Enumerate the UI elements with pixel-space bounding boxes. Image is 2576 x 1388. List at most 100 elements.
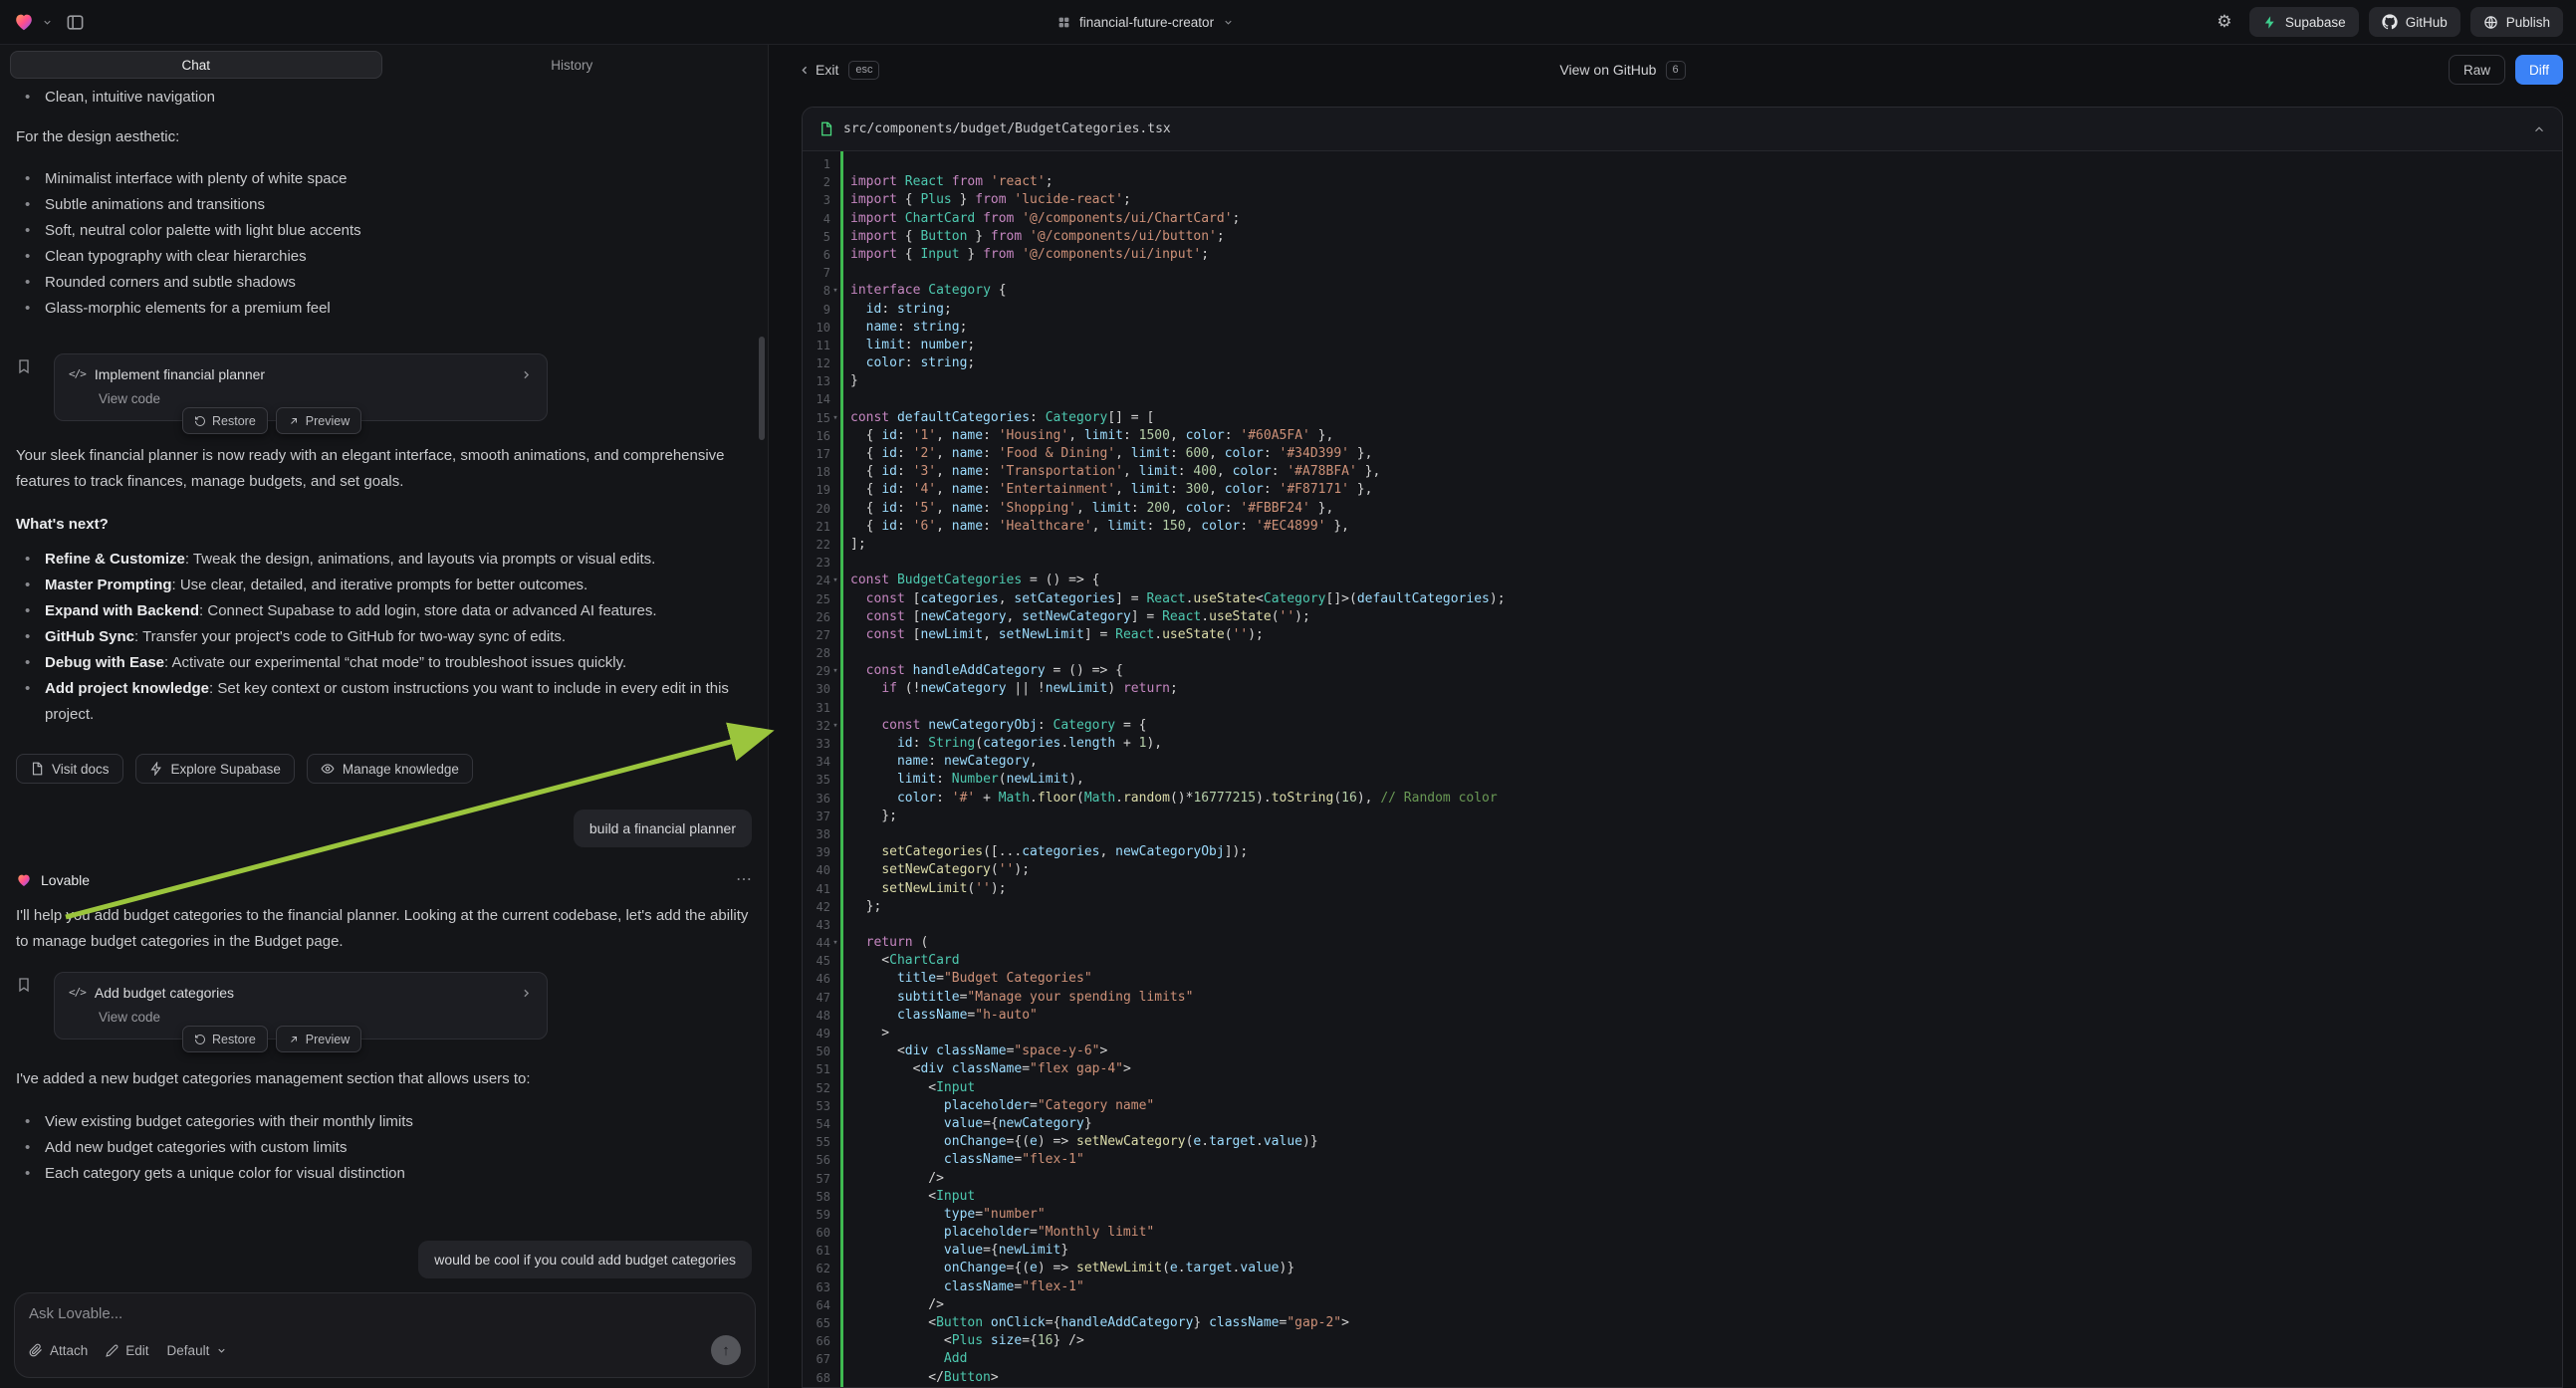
lovable-logo[interactable] bbox=[13, 11, 35, 33]
code-text: /> bbox=[840, 1296, 944, 1314]
fold-chevron-icon[interactable]: ▾ bbox=[830, 572, 840, 589]
code-text: const handleAddCategory = () => { bbox=[840, 662, 1123, 680]
bookmark-icon[interactable] bbox=[16, 353, 54, 421]
github-icon bbox=[2382, 14, 2398, 30]
mode-select[interactable]: Default bbox=[167, 1343, 228, 1358]
tab-chat[interactable]: Chat bbox=[10, 51, 382, 79]
line-number: 22 bbox=[803, 536, 830, 554]
code-line: 17 { id: '2', name: 'Food & Dining', lim… bbox=[803, 445, 2562, 463]
line-number: 16 bbox=[803, 427, 830, 445]
add-budget-categories-card[interactable]: </> Add budget categories View code Rest… bbox=[54, 972, 548, 1040]
file-header[interactable]: src/components/budget/BudgetCategories.t… bbox=[803, 108, 2562, 151]
fold-chevron-icon bbox=[830, 1133, 840, 1151]
fold-chevron-icon bbox=[830, 970, 840, 988]
restore-button[interactable]: Restore bbox=[182, 407, 268, 434]
fold-chevron-icon bbox=[830, 173, 840, 191]
code-viewer[interactable]: 12import React from 'react';3import { Pl… bbox=[803, 151, 2562, 1387]
fold-chevron-icon bbox=[830, 790, 840, 808]
code-text: value={newLimit} bbox=[840, 1242, 1068, 1260]
bookmark-icon[interactable] bbox=[16, 972, 54, 1040]
fold-chevron-icon bbox=[830, 1115, 840, 1133]
fold-chevron-icon[interactable]: ▾ bbox=[830, 409, 840, 427]
view-on-github-button[interactable]: View on GitHub bbox=[1559, 62, 1656, 78]
line-number: 48 bbox=[803, 1007, 830, 1025]
line-number: 33 bbox=[803, 735, 830, 753]
code-text: /> bbox=[840, 1170, 944, 1188]
message-menu-icon[interactable]: ⋯ bbox=[736, 867, 752, 893]
line-number: 28 bbox=[803, 644, 830, 662]
fold-chevron-icon bbox=[830, 735, 840, 753]
line-number: 50 bbox=[803, 1042, 830, 1060]
view-code-link[interactable]: View code bbox=[69, 1008, 533, 1027]
github-button[interactable]: GitHub bbox=[2369, 7, 2460, 37]
assistant-name: Lovable bbox=[41, 867, 90, 893]
publish-button[interactable]: Publish bbox=[2470, 7, 2563, 37]
chat-messages[interactable]: Clean, intuitive navigation For the desi… bbox=[0, 83, 768, 1292]
code-line: 8▾interface Category { bbox=[803, 282, 2562, 300]
code-text: setNewCategory(''); bbox=[840, 861, 1030, 879]
chat-input[interactable] bbox=[29, 1305, 741, 1322]
code-text: import React from 'react'; bbox=[840, 173, 1054, 191]
send-button[interactable]: ↑ bbox=[711, 1335, 741, 1365]
line-number: 20 bbox=[803, 500, 830, 518]
implement-planner-card[interactable]: </> Implement financial planner View cod… bbox=[54, 353, 548, 421]
next-step-item: Refine & Customize: Tweak the design, an… bbox=[16, 547, 752, 573]
line-number: 3 bbox=[803, 191, 830, 209]
fold-chevron-icon[interactable]: ▾ bbox=[830, 717, 840, 735]
tab-history[interactable]: History bbox=[386, 51, 759, 79]
code-line: 48 className="h-auto" bbox=[803, 1007, 2562, 1025]
chevron-right-icon bbox=[520, 368, 533, 381]
fold-chevron-icon bbox=[830, 680, 840, 698]
user-message: would be cool if you could add budget ca… bbox=[418, 1241, 752, 1278]
supabase-button[interactable]: Supabase bbox=[2249, 7, 2359, 37]
fold-chevron-icon[interactable]: ▾ bbox=[830, 662, 840, 680]
fold-chevron-icon bbox=[830, 536, 840, 554]
view-code-link[interactable]: View code bbox=[69, 389, 533, 408]
restore-button[interactable]: Restore bbox=[182, 1026, 268, 1052]
attach-button[interactable]: Attach bbox=[29, 1343, 88, 1358]
fold-chevron-icon bbox=[830, 1188, 840, 1206]
code-line: 33 id: String(categories.length + 1), bbox=[803, 735, 2562, 753]
fold-chevron-icon[interactable]: ▾ bbox=[830, 282, 840, 300]
workspace-chevron-down-icon[interactable] bbox=[42, 17, 53, 28]
raw-toggle-button[interactable]: Raw bbox=[2449, 55, 2505, 85]
project-switcher[interactable]: financial-future-creator bbox=[1057, 0, 1234, 45]
quick-actions: Visit docs Explore Supabase Manage knowl… bbox=[16, 754, 752, 784]
code-line: 68 </Button> bbox=[803, 1369, 2562, 1387]
code-line: 54 value={newCategory} bbox=[803, 1115, 2562, 1133]
fold-chevron-icon bbox=[830, 644, 840, 662]
diff-added-bar bbox=[840, 151, 843, 1387]
fold-chevron-icon[interactable]: ▾ bbox=[830, 934, 840, 952]
code-line: 10 name: string; bbox=[803, 319, 2562, 337]
line-number: 42 bbox=[803, 898, 830, 916]
composer: Attach Edit Default ↑ bbox=[14, 1292, 756, 1378]
collapse-chevron-up-icon[interactable] bbox=[2532, 122, 2546, 136]
fold-chevron-icon bbox=[830, 319, 840, 337]
visit-docs-button[interactable]: Visit docs bbox=[16, 754, 123, 784]
sidebar-panel-icon bbox=[66, 13, 85, 32]
explore-supabase-button[interactable]: Explore Supabase bbox=[135, 754, 295, 784]
settings-button[interactable]: ⚙ bbox=[2210, 7, 2239, 37]
line-number: 57 bbox=[803, 1170, 830, 1188]
preview-button[interactable]: Preview bbox=[276, 407, 361, 434]
diff-toggle-button[interactable]: Diff bbox=[2515, 55, 2563, 85]
chat-scrollbar-thumb[interactable] bbox=[759, 337, 765, 440]
fold-chevron-icon bbox=[830, 898, 840, 916]
edit-button[interactable]: Edit bbox=[106, 1343, 148, 1358]
line-number: 51 bbox=[803, 1060, 830, 1078]
line-number: 14 bbox=[803, 390, 830, 408]
preview-button[interactable]: Preview bbox=[276, 1026, 361, 1052]
code-line: 9 id: string; bbox=[803, 301, 2562, 319]
fold-chevron-icon bbox=[830, 1206, 840, 1224]
fold-chevron-icon bbox=[830, 500, 840, 518]
line-number: 47 bbox=[803, 989, 830, 1007]
next-steps-list: Refine & Customize: Tweak the design, an… bbox=[16, 547, 752, 728]
code-text: setNewLimit(''); bbox=[840, 880, 1007, 898]
code-line: 7 bbox=[803, 264, 2562, 282]
toggle-sidebar-button[interactable] bbox=[60, 7, 90, 37]
manage-knowledge-button[interactable]: Manage knowledge bbox=[307, 754, 473, 784]
code-text: import ChartCard from '@/components/ui/C… bbox=[840, 210, 1240, 228]
bullet-item: Clean typography with clear hierarchies bbox=[16, 244, 752, 270]
code-line: 6import { Input } from '@/components/ui/… bbox=[803, 246, 2562, 264]
exit-button[interactable]: Exit bbox=[799, 62, 838, 78]
